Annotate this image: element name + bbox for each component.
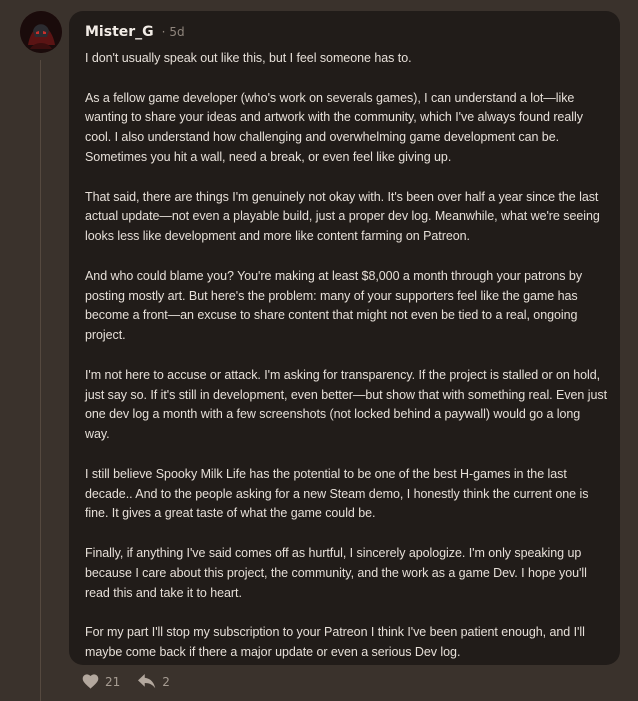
comment-header: Mister_G · 5d bbox=[85, 24, 185, 40]
comment-body: I don't usually speak out like this, but… bbox=[85, 49, 607, 663]
comment-paragraph: And who could blame you? You're making a… bbox=[85, 268, 583, 343]
reply-button[interactable]: 2 bbox=[138, 674, 170, 689]
like-button[interactable]: 21 bbox=[82, 674, 120, 689]
comment-paragraph: I still believe Spooky Milk Life has the… bbox=[85, 466, 589, 521]
avatar[interactable] bbox=[20, 11, 62, 53]
heart-icon bbox=[82, 674, 99, 689]
like-count: 21 bbox=[105, 674, 121, 689]
time-value: 5d bbox=[169, 25, 185, 39]
comment-paragraph: Finally, if anything I've said comes off… bbox=[85, 545, 587, 600]
comment-thread: Mister_G · 5d I don't usually speak out … bbox=[0, 0, 638, 701]
comment-bubble: Mister_G · 5d I don't usually speak out … bbox=[69, 11, 620, 665]
timestamp[interactable]: · 5d bbox=[162, 25, 185, 39]
time-separator: · bbox=[161, 25, 166, 39]
thread-line bbox=[40, 60, 41, 701]
comment-paragraph: For my part I'll stop my subscription to… bbox=[85, 625, 585, 659]
comment-actions: 21 2 bbox=[82, 674, 170, 689]
username[interactable]: Mister_G bbox=[85, 24, 154, 40]
reply-arrow-icon bbox=[138, 674, 156, 689]
reply-count: 2 bbox=[162, 674, 170, 689]
comment-paragraph: I'm not here to accuse or attack. I'm as… bbox=[85, 367, 607, 442]
comment-paragraph: As a fellow game developer (who's work o… bbox=[85, 90, 583, 164]
comment-paragraph: That said, there are things I'm genuinel… bbox=[85, 189, 600, 244]
comment-paragraph: I don't usually speak out like this, but… bbox=[85, 51, 412, 65]
